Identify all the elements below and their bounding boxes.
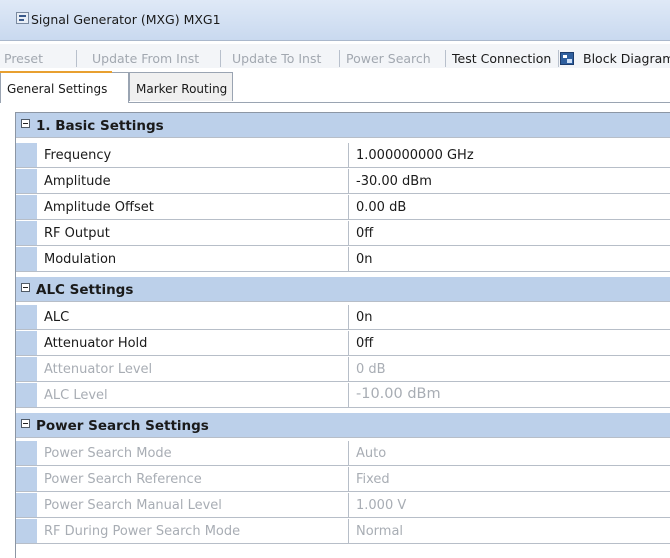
tab-label: Marker Routing	[136, 82, 228, 96]
tab-strip: General Settings Marker Routing	[0, 71, 670, 103]
property-value: 1.000 V	[356, 498, 407, 513]
property-row-rf-output[interactable]: RF Output 0ff	[16, 221, 670, 246]
tab-marker-routing[interactable]: Marker Routing	[129, 72, 233, 101]
section-alc-settings[interactable]: ALC Settings	[16, 277, 670, 302]
property-row-amplitude[interactable]: Amplitude -30.00 dBm	[16, 169, 670, 194]
property-value: 0 dB	[356, 362, 386, 377]
property-name: Amplitude Offset	[44, 200, 154, 215]
power-search-button[interactable]: Power Search	[346, 51, 431, 66]
app-window-icon	[16, 12, 29, 24]
section-title: Power Search Settings	[36, 418, 209, 434]
property-name: RF Output	[44, 226, 110, 241]
property-name: ALC Level	[44, 388, 108, 403]
property-value[interactable]: 1.000000000 GHz	[356, 148, 474, 163]
property-row-alc-level: ALC Level -10.00 dBm	[16, 383, 670, 408]
property-row-attenuator-level: Attenuator Level 0 dB	[16, 357, 670, 382]
property-grid: 1. Basic Settings Frequency 1.000000000 …	[15, 112, 670, 558]
test-connection-button[interactable]: Test Connection	[452, 51, 551, 66]
property-row-attenuator-hold[interactable]: Attenuator Hold 0ff	[16, 331, 670, 356]
property-name: Power Search Manual Level	[44, 498, 222, 513]
property-value[interactable]: 0n	[356, 310, 373, 325]
property-name: ALC	[44, 310, 70, 325]
property-row-rf-during-power-search-mode: RF During Power Search Mode Normal	[16, 519, 670, 544]
property-name: Attenuator Hold	[44, 336, 148, 351]
toolbar-separator	[220, 50, 221, 67]
property-row-alc[interactable]: ALC 0n	[16, 305, 670, 330]
property-value: -10.00 dBm	[356, 386, 441, 402]
section-title: 1. Basic Settings	[36, 118, 164, 134]
update-to-inst-button[interactable]: Update To Inst	[232, 51, 321, 66]
property-row-modulation[interactable]: Modulation 0n	[16, 247, 670, 272]
property-row-frequency[interactable]: Frequency 1.000000000 GHz	[16, 143, 670, 168]
collapse-toggle-icon[interactable]	[21, 119, 30, 128]
property-name: Frequency	[44, 148, 112, 163]
property-row-power-search-manual-level: Power Search Manual Level 1.000 V	[16, 493, 670, 518]
property-value: Fixed	[356, 472, 390, 487]
tab-general-settings[interactable]: General Settings	[0, 71, 129, 103]
property-value[interactable]: 0ff	[356, 336, 373, 351]
property-value[interactable]: -30.00 dBm	[356, 174, 432, 189]
section-power-search-settings[interactable]: Power Search Settings	[16, 413, 670, 438]
section-title: ALC Settings	[36, 282, 134, 298]
property-value: Auto	[356, 446, 387, 461]
property-name: Power Search Mode	[44, 446, 172, 461]
collapse-toggle-icon[interactable]	[21, 419, 30, 428]
window-title: Signal Generator (MXG) MXG1	[31, 12, 221, 27]
property-row-power-search-reference: Power Search Reference Fixed	[16, 467, 670, 492]
property-name: Modulation	[44, 252, 117, 267]
block-diagram-icon	[560, 52, 574, 65]
toolbar-separator	[76, 50, 77, 67]
property-name: Amplitude	[44, 174, 111, 189]
property-name: Power Search Reference	[44, 472, 202, 487]
toolbar-separator	[445, 50, 446, 67]
toolbar-separator	[339, 50, 340, 67]
property-row-power-search-mode: Power Search Mode Auto	[16, 441, 670, 466]
property-row-amplitude-offset[interactable]: Amplitude Offset 0.00 dB	[16, 195, 670, 220]
block-diagram-button[interactable]: Block Diagram	[583, 51, 670, 66]
property-name: RF During Power Search Mode	[44, 524, 241, 539]
collapse-toggle-icon[interactable]	[21, 283, 30, 292]
preset-button[interactable]: Preset	[4, 51, 43, 66]
window-title-bar: Signal Generator (MXG) MXG1	[0, 0, 670, 41]
property-value[interactable]: 0ff	[356, 226, 373, 241]
property-value: Normal	[356, 524, 404, 539]
section-basic-settings[interactable]: 1. Basic Settings	[16, 113, 670, 138]
update-from-inst-button[interactable]: Update From Inst	[92, 51, 199, 66]
property-name: Attenuator Level	[44, 362, 153, 377]
tab-label: General Settings	[7, 82, 108, 96]
property-value[interactable]: 0.00 dB	[356, 200, 406, 215]
property-value[interactable]: 0n	[356, 252, 373, 267]
toolbar-separator	[558, 50, 559, 67]
